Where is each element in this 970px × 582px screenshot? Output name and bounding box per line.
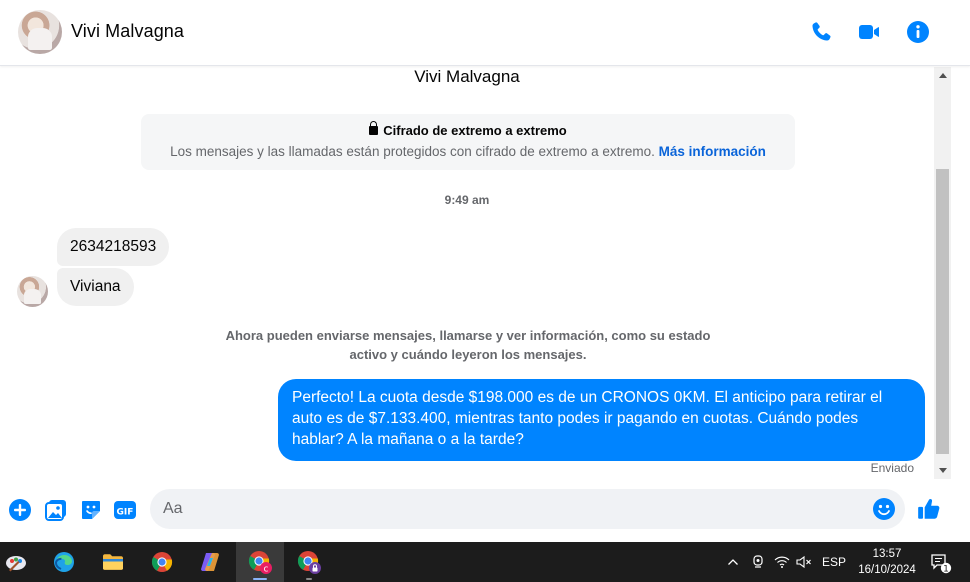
scroll-down-button[interactable] — [934, 462, 951, 479]
emoji-icon[interactable] — [872, 497, 896, 521]
svg-text:GIF: GIF — [117, 508, 134, 518]
tray-overflow-button[interactable] — [722, 542, 744, 582]
tray-clock[interactable]: 13:57 16/10/2024 — [852, 546, 922, 578]
edge-icon — [54, 552, 74, 572]
messenger-window: Vivi Malvagna Vivi Malvagna Cifrado de e… — [0, 0, 970, 542]
paint-icon — [6, 556, 26, 572]
chevron-up-icon — [728, 559, 738, 565]
copilot-icon — [201, 553, 219, 571]
svg-text:c: c — [264, 565, 269, 575]
incoming-message[interactable]: Viviana — [57, 268, 134, 306]
arrow-down-icon — [938, 468, 947, 473]
message-input[interactable] — [150, 489, 905, 529]
connection-notice: Ahora pueden enviarse mensajes, llamarse… — [225, 328, 711, 362]
taskbar-app-file-explorer[interactable] — [89, 542, 137, 582]
taskbar-app-chrome[interactable] — [138, 542, 186, 582]
encryption-notice: Cifrado de extremo a extremo Los mensaje… — [141, 114, 795, 170]
scroll-up-button[interactable] — [934, 67, 951, 84]
incoming-message[interactable]: 2634218593 — [57, 228, 170, 266]
taskbar-app-paint[interactable] — [0, 542, 40, 582]
camera-tray-icon — [753, 555, 763, 568]
time-separator: 9:49 am — [444, 193, 490, 207]
volume-muted-icon — [796, 555, 811, 569]
chrome-profile-lock-icon — [297, 551, 321, 574]
contact-name[interactable]: Vivi Malvagna — [71, 21, 184, 42]
taskbar-app-chrome-profile-c[interactable]: c — [236, 542, 284, 582]
tray-volume[interactable] — [794, 542, 814, 582]
tray-language[interactable]: ESP — [820, 542, 848, 582]
clock-date: 16/10/2024 — [858, 564, 916, 576]
gif-icon[interactable]: GIF — [113, 498, 137, 522]
scroll-thumb[interactable] — [936, 169, 949, 454]
chat-header: Vivi Malvagna — [0, 0, 970, 66]
taskbar: c ESP 13:57 16/10/2024 1 — [0, 542, 970, 582]
encryption-title: Cifrado de extremo a extremo — [383, 123, 567, 138]
thumbs-up-icon[interactable] — [916, 496, 942, 522]
notifications-button[interactable]: 1 — [924, 542, 958, 582]
lock-icon — [369, 121, 379, 135]
sender-avatar[interactable] — [17, 276, 48, 307]
chrome-profile-c-icon: c — [248, 551, 272, 575]
taskbar-app-chrome-profile-lock[interactable] — [285, 542, 333, 582]
arrow-up-icon — [938, 73, 947, 78]
more-info-link[interactable]: Más información — [659, 144, 766, 159]
video-camera-icon — [859, 25, 879, 39]
wifi-icon — [774, 556, 790, 568]
conversation-title: Vivi Malvagna — [414, 67, 520, 86]
clock-time: 13:57 — [872, 548, 902, 560]
contact-avatar[interactable] — [18, 10, 62, 54]
file-explorer-icon — [103, 554, 123, 570]
phone-icon — [812, 22, 831, 41]
call-button[interactable] — [807, 18, 835, 46]
taskbar-app-edge[interactable] — [40, 542, 88, 582]
outgoing-message[interactable]: Perfecto! La cuota desde $198.000 es de … — [278, 379, 925, 461]
tray-network[interactable] — [772, 542, 792, 582]
tray-meet-now[interactable] — [748, 542, 768, 582]
message-list[interactable]: Vivi Malvagna Cifrado de extremo a extre… — [0, 67, 934, 479]
conversation-info-button[interactable] — [904, 18, 932, 46]
encryption-description: Los mensajes y las llamadas están proteg… — [170, 144, 655, 159]
photo-icon[interactable] — [44, 498, 68, 522]
info-icon — [907, 21, 929, 43]
chrome-icon — [151, 552, 173, 572]
video-call-button[interactable] — [855, 18, 883, 46]
message-status: Enviado — [870, 461, 914, 475]
taskbar-app-copilot[interactable] — [186, 542, 234, 582]
plus-circle-icon[interactable] — [8, 498, 32, 522]
svg-text:1: 1 — [943, 565, 949, 575]
sticker-icon[interactable] — [79, 498, 103, 522]
composer: GIF — [0, 479, 970, 542]
notification-icon: 1 — [931, 554, 952, 575]
scrollbar[interactable] — [934, 67, 951, 479]
